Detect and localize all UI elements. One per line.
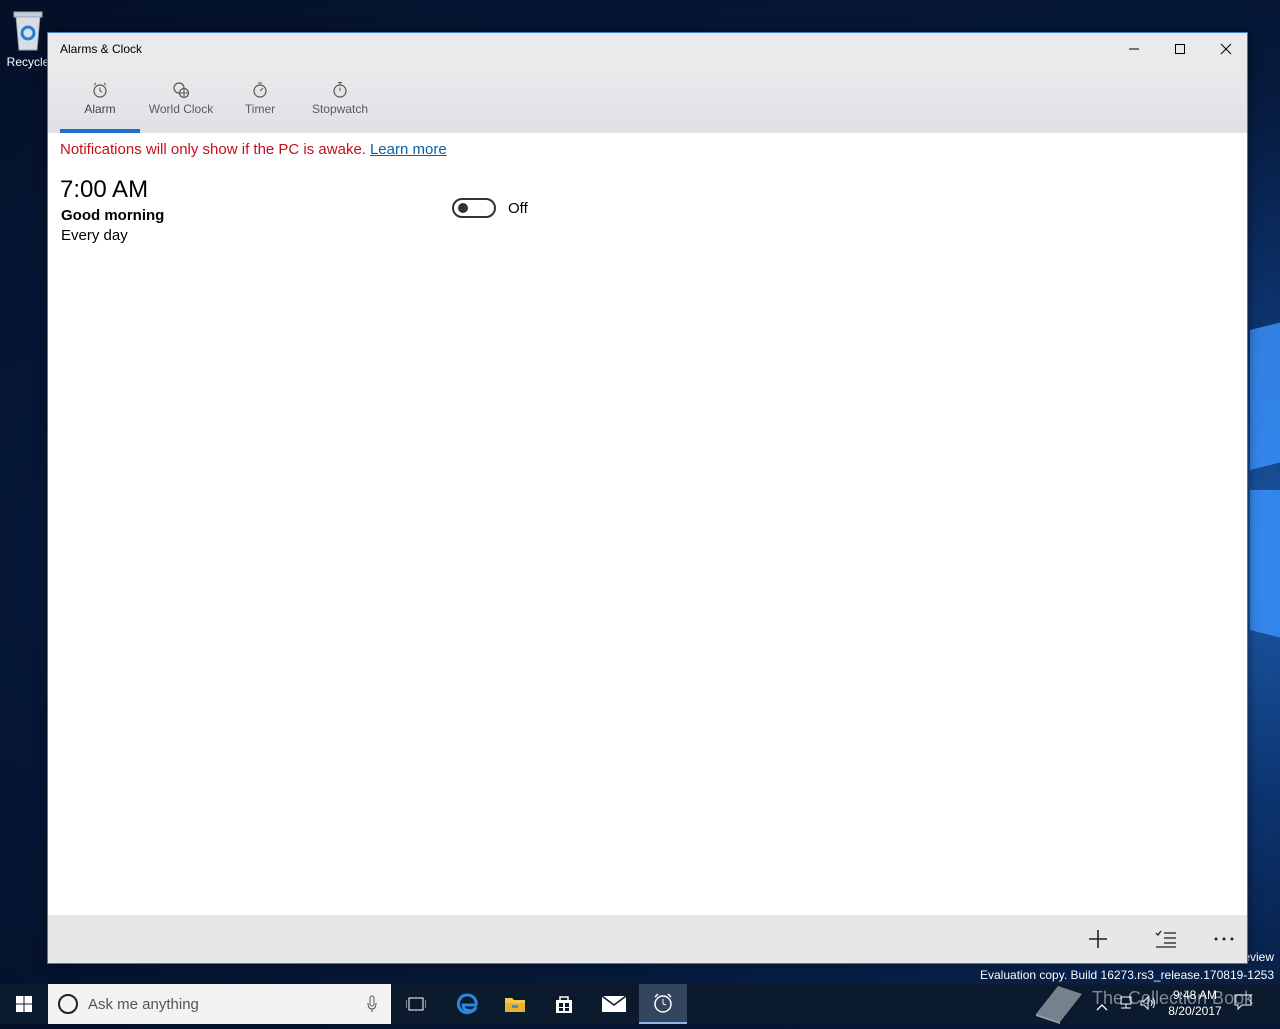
timer-icon xyxy=(253,82,267,98)
watermark-line2: Evaluation copy. Build 16273.rs3_release… xyxy=(980,968,1274,982)
select-alarms-button[interactable] xyxy=(1142,915,1190,963)
notifications-icon xyxy=(1234,994,1252,1011)
taskbar-clock[interactable]: 9:48 AM 8/20/2017 xyxy=(1158,987,1232,1019)
maximize-button[interactable] xyxy=(1157,33,1203,65)
alarm-toggle[interactable] xyxy=(452,198,496,218)
task-view-icon xyxy=(406,997,426,1011)
tab-stopwatch[interactable]: Stopwatch xyxy=(306,65,374,133)
add-icon xyxy=(1089,930,1107,948)
more-options-button[interactable] xyxy=(1200,915,1248,963)
store-icon xyxy=(556,996,572,1013)
tab-bar: Alarm World Clock Timer Stopwatch xyxy=(48,65,1247,133)
file-explorer-button[interactable] xyxy=(491,984,539,1024)
minimize-button[interactable] xyxy=(1111,33,1157,65)
edge-button[interactable] xyxy=(443,984,491,1024)
alarm-time: 7:00 AM xyxy=(60,176,149,203)
start-button[interactable] xyxy=(0,984,48,1024)
volume-icon xyxy=(1140,995,1155,1011)
world-clock-icon xyxy=(173,82,190,99)
tab-world-clock-label: World Clock xyxy=(148,102,214,116)
alarms-clock-taskbar-button[interactable] xyxy=(639,984,687,1024)
tab-timer-label: Timer xyxy=(244,102,276,116)
command-bar xyxy=(48,915,1247,963)
select-icon xyxy=(1155,930,1176,948)
window-title: Alarms & Clock xyxy=(60,42,143,56)
cortana-icon xyxy=(58,994,78,1014)
network-icon xyxy=(1120,996,1132,1009)
recycle-bin-label: Recycle xyxy=(6,55,50,69)
alarm-name: Good morning xyxy=(61,207,165,224)
alarm-list: Notifications will only show if the PC i… xyxy=(48,133,1247,915)
tab-alarm[interactable]: Alarm xyxy=(60,65,140,133)
toggle-state-label: Off xyxy=(508,200,528,217)
search-box[interactable]: Ask me anything xyxy=(48,984,391,1024)
tab-world-clock[interactable]: World Clock xyxy=(140,65,222,133)
show-hidden-icons-button[interactable] xyxy=(1096,998,1108,1016)
minimize-icon xyxy=(1129,48,1139,50)
title-bar[interactable]: Alarms & Clock xyxy=(48,33,1247,65)
recycle-bin-icon xyxy=(10,8,46,52)
notification-notice: Notifications will only show if the PC i… xyxy=(60,141,447,158)
network-button[interactable] xyxy=(1118,996,1134,1015)
maximize-icon xyxy=(1175,44,1185,54)
action-center-button[interactable] xyxy=(1234,994,1258,1014)
volume-button[interactable] xyxy=(1140,995,1158,1015)
tab-alarm-label: Alarm xyxy=(84,102,116,116)
taskbar: Ask me anything The Collection Book 9:48… xyxy=(0,984,1280,1024)
clock-date: 8/20/2017 xyxy=(1168,1004,1222,1018)
tab-timer[interactable]: Timer xyxy=(234,65,286,133)
alarm-repeat: Every day xyxy=(61,227,128,244)
close-button[interactable] xyxy=(1203,33,1249,65)
learn-more-link[interactable]: Learn more xyxy=(370,141,447,158)
folder-icon xyxy=(505,998,525,1012)
store-button[interactable] xyxy=(540,984,588,1024)
microphone-icon[interactable] xyxy=(367,995,377,1013)
windows-icon xyxy=(16,996,32,1012)
collection-book-logo xyxy=(1030,976,1090,1024)
alarms-clock-window: Alarms & Clock Alarm World Clock Timer S… xyxy=(47,32,1248,964)
chevron-up-icon xyxy=(1096,1004,1108,1011)
edge-icon xyxy=(456,993,478,1015)
tab-stopwatch-label: Stopwatch xyxy=(311,102,369,116)
more-icon xyxy=(1214,937,1234,941)
add-alarm-button[interactable] xyxy=(1074,915,1122,963)
mail-button[interactable] xyxy=(590,984,638,1024)
alarm-icon xyxy=(93,82,107,98)
alarm-clock-icon xyxy=(654,993,672,1013)
toggle-knob xyxy=(458,203,468,213)
task-view-button[interactable] xyxy=(392,984,440,1024)
stopwatch-icon xyxy=(333,82,347,98)
search-placeholder: Ask me anything xyxy=(88,996,199,1013)
close-icon xyxy=(1220,43,1232,55)
mail-icon xyxy=(602,996,626,1012)
notice-text: Notifications will only show if the PC i… xyxy=(60,141,366,158)
clock-time: 9:48 AM xyxy=(1172,988,1218,1002)
